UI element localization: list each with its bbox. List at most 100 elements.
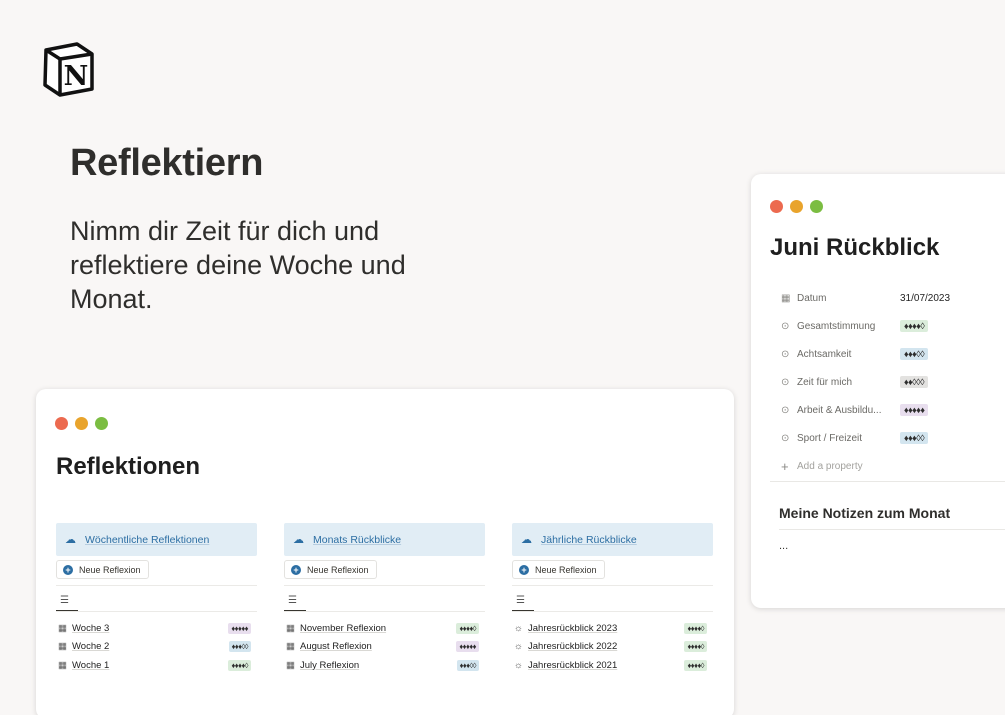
- new-entry-button[interactable]: + Neue Reflexion: [512, 560, 605, 579]
- database-header[interactable]: ☁ Wöchentliche Reflektionen: [56, 523, 257, 556]
- list-item[interactable]: ▦ Woche 3 ♦♦♦♦♦: [56, 619, 257, 638]
- select-icon: ⊙: [781, 432, 790, 444]
- new-entry-button[interactable]: + Neue Reflexion: [56, 560, 149, 579]
- plus-icon: +: [63, 564, 73, 575]
- list-item-label[interactable]: Jahresrückblick 2021: [528, 660, 684, 671]
- reflektionen-card: Reflektionen ☁ Wöchentliche Reflektionen…: [36, 389, 734, 715]
- add-property-button[interactable]: + Add a property: [781, 452, 1005, 480]
- plus-icon: +: [781, 458, 789, 474]
- list-item[interactable]: ▦ Woche 2 ♦♦♦◊◊: [56, 638, 257, 657]
- calendar-icon: ▦: [58, 641, 67, 653]
- cloud-icon: ☁: [293, 534, 304, 546]
- property-name[interactable]: Zeit für mich: [797, 377, 900, 388]
- rating-tag: ♦♦♦◊◊: [456, 659, 479, 671]
- database-column: ☁ Wöchentliche Reflektionen + Neue Refle…: [56, 523, 257, 675]
- page-title: Reflektionen: [56, 453, 201, 480]
- rating-tag: ♦♦♦♦◊: [456, 622, 479, 634]
- property-row[interactable]: ⊙ Arbeit & Ausbildu... ♦♦♦♦♦: [781, 396, 1005, 424]
- notes-heading: Meine Notizen zum Monat: [779, 505, 951, 521]
- property-row[interactable]: ⊙ Achtsamkeit ♦♦♦◊◊: [781, 340, 1005, 368]
- list-item-label[interactable]: Jahresrückblick 2022: [528, 641, 684, 652]
- list-item[interactable]: ▦ July Reflexion ♦♦♦◊◊: [284, 656, 485, 675]
- list-item[interactable]: ☼ Jahresrückblick 2021 ♦♦♦♦◊: [512, 656, 713, 675]
- calendar-icon: ▦: [781, 292, 791, 304]
- database-header[interactable]: ☁ Jährliche Rückblicke: [512, 523, 713, 556]
- list-item-label[interactable]: Jahresrückblick 2023: [528, 623, 684, 634]
- rating-tag: ♦♦♦♦◊: [684, 659, 707, 671]
- cloud-icon: ☁: [65, 534, 76, 546]
- notes-body[interactable]: ...: [779, 540, 788, 552]
- list-item[interactable]: ▦ August Reflexion ♦♦♦♦♦: [284, 638, 485, 657]
- property-value[interactable]: ♦♦◊◊◊: [900, 376, 929, 388]
- select-icon: ⊙: [781, 376, 790, 388]
- new-entry-button[interactable]: + Neue Reflexion: [284, 560, 377, 579]
- plus-icon: +: [519, 564, 529, 575]
- list-item[interactable]: ▦ Woche 1 ♦♦♦♦◊: [56, 656, 257, 675]
- database-title[interactable]: Jährliche Rückblicke: [541, 534, 637, 546]
- rating-tag: ♦♦♦♦◊: [684, 622, 707, 634]
- property-row[interactable]: ⊙ Sport / Freizeit ♦♦♦◊◊: [781, 424, 1005, 452]
- property-value[interactable]: ♦♦♦♦♦: [900, 404, 929, 416]
- window-controls: [55, 417, 108, 430]
- rating-tag: ♦♦♦♦♦: [456, 641, 479, 653]
- database-column: ☁ Jährliche Rückblicke + Neue Reflexion …: [512, 523, 713, 675]
- property-value[interactable]: 31/07/2023: [900, 293, 950, 304]
- list-view-icon[interactable]: ☰: [60, 595, 257, 607]
- list-item-label[interactable]: Woche 3: [72, 623, 228, 634]
- window-controls: [770, 200, 823, 213]
- property-name[interactable]: Achtsamkeit: [797, 349, 900, 360]
- property-name[interactable]: Gesamtstimmung: [797, 321, 900, 332]
- divider: [284, 585, 485, 586]
- close-dot-icon[interactable]: [55, 417, 68, 430]
- property-row[interactable]: ⊙ Gesamtstimmung ♦♦♦♦◊: [781, 312, 1005, 340]
- maximize-dot-icon[interactable]: [810, 200, 823, 213]
- minimize-dot-icon[interactable]: [790, 200, 803, 213]
- minimize-dot-icon[interactable]: [75, 417, 88, 430]
- cloud-icon: ☁: [521, 534, 532, 546]
- calendar-icon: ▦: [286, 659, 295, 671]
- property-value[interactable]: ♦♦♦◊◊: [900, 432, 929, 444]
- svg-text:N: N: [64, 61, 89, 92]
- divider: [779, 529, 1005, 530]
- property-value[interactable]: ♦♦♦♦◊: [900, 320, 929, 332]
- calendar-icon: ▦: [58, 659, 67, 671]
- divider: [284, 611, 485, 612]
- sun-icon: ☼: [514, 659, 523, 671]
- database-title[interactable]: Monats Rückblicke: [313, 534, 401, 546]
- list-item[interactable]: ☼ Jahresrückblick 2022 ♦♦♦♦◊: [512, 638, 713, 657]
- calendar-icon: ▦: [286, 641, 295, 653]
- divider: [770, 481, 1005, 482]
- property-row[interactable]: ⊙ Zeit für mich ♦♦◊◊◊: [781, 368, 1005, 396]
- list-view-icon[interactable]: ☰: [288, 595, 485, 607]
- hero-title: Reflektiern: [70, 142, 264, 184]
- rating-tag: ♦♦♦◊◊: [228, 641, 251, 653]
- list-item[interactable]: ☼ Jahresrückblick 2023 ♦♦♦♦◊: [512, 619, 713, 638]
- list-item-label[interactable]: Woche 2: [72, 641, 229, 652]
- close-dot-icon[interactable]: [770, 200, 783, 213]
- list-item[interactable]: ▦ November Reflexion ♦♦♦♦◊: [284, 619, 485, 638]
- property-list: ▦ Datum 31/07/2023 ⊙ Gesamtstimmung ♦♦♦♦…: [781, 284, 1005, 480]
- database-title[interactable]: Wöchentliche Reflektionen: [85, 534, 209, 546]
- property-value[interactable]: ♦♦♦◊◊: [900, 348, 929, 360]
- divider: [512, 585, 713, 586]
- notion-logo-icon: N: [43, 42, 94, 97]
- sun-icon: ☼: [514, 641, 523, 653]
- database-header[interactable]: ☁ Monats Rückblicke: [284, 523, 485, 556]
- list-item-label[interactable]: Woche 1: [72, 660, 228, 671]
- list-item-label[interactable]: August Reflexion: [300, 641, 456, 652]
- property-name[interactable]: Sport / Freizeit: [797, 433, 900, 444]
- divider: [56, 611, 257, 612]
- new-entry-label: Neue Reflexion: [79, 564, 141, 575]
- new-entry-label: Neue Reflexion: [307, 564, 369, 575]
- hero-subtitle: Nimm dir Zeit für dich und reflektiere d…: [70, 216, 406, 314]
- calendar-icon: ▦: [286, 622, 295, 634]
- divider: [56, 585, 257, 586]
- property-name[interactable]: Datum: [797, 293, 900, 304]
- property-name[interactable]: Arbeit & Ausbildu...: [797, 405, 900, 416]
- maximize-dot-icon[interactable]: [95, 417, 108, 430]
- property-row[interactable]: ▦ Datum 31/07/2023: [781, 284, 1005, 312]
- plus-icon: +: [291, 564, 301, 575]
- list-item-label[interactable]: July Reflexion: [300, 660, 457, 671]
- list-view-icon[interactable]: ☰: [516, 595, 713, 607]
- list-item-label[interactable]: November Reflexion: [300, 623, 456, 634]
